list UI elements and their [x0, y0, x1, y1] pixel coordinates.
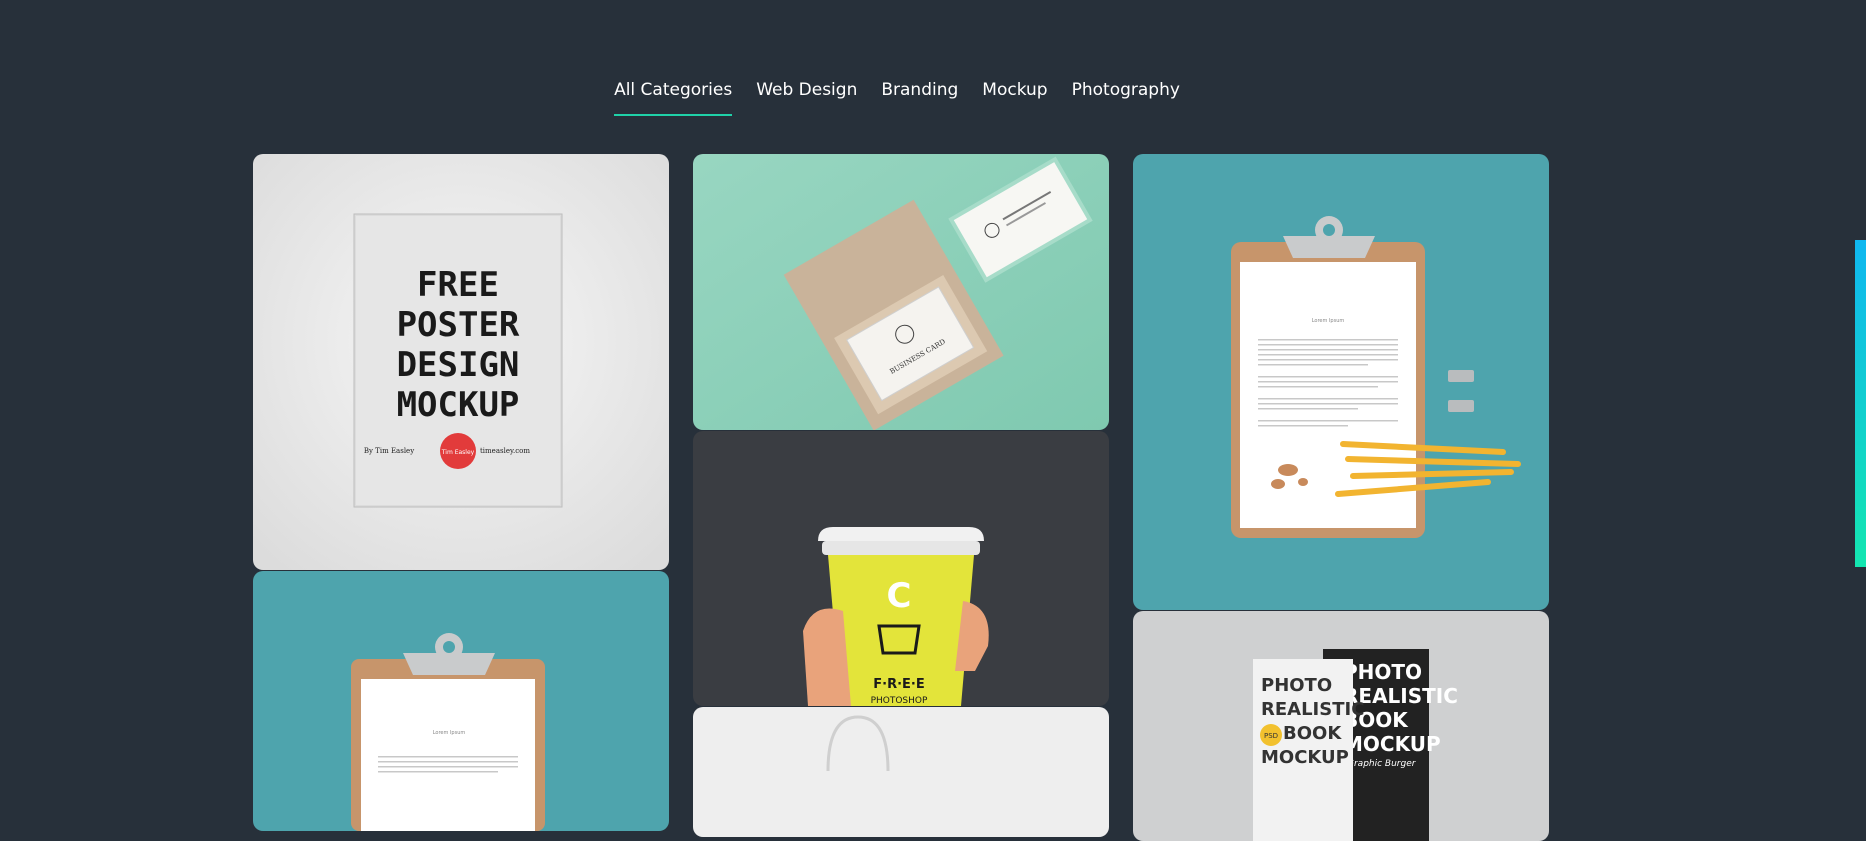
filter-mockup[interactable]: Mockup: [982, 80, 1047, 116]
poster-line-4: MOCKUP: [397, 385, 520, 425]
book-back-line-4: MOCKUP: [1343, 732, 1441, 756]
book-mockup-image: PHOTO REALISTIC BOOK MOCKUP Graphic Burg…: [1133, 611, 1549, 841]
cup-sub: PHOTOSHOP: [871, 696, 928, 706]
portfolio-item-book[interactable]: PHOTO REALISTIC BOOK MOCKUP Graphic Burg…: [1133, 611, 1549, 841]
filter-all-categories[interactable]: All Categories: [614, 80, 733, 116]
book-line-2: REALISTIC: [1261, 699, 1364, 720]
filter-branding[interactable]: Branding: [881, 80, 958, 116]
poster-line-3: DESIGN: [397, 345, 520, 385]
book-back-line-1: PHOTO: [1343, 660, 1422, 684]
poster-author: By Tim Easley: [364, 447, 414, 455]
poster-line-2: POSTER: [397, 305, 520, 345]
book-line-1: PHOTO: [1261, 675, 1332, 696]
poster-badge-text: Tim Easley: [441, 449, 475, 456]
poster-mockup-image: FREE POSTER DESIGN MOCKUP By Tim Easley …: [253, 154, 669, 570]
clipboard-mockup-image-2: Lorem Ipsum: [253, 571, 669, 831]
book-line-4: MOCKUP: [1261, 747, 1349, 768]
poster-site: timeasley.com: [480, 447, 530, 455]
portfolio-item-poster[interactable]: FREE POSTER DESIGN MOCKUP By Tim Easley …: [253, 154, 669, 570]
filter-web-design[interactable]: Web Design: [756, 80, 857, 116]
scroll-progress-indicator: [1855, 240, 1866, 567]
portfolio-item-business-card[interactable]: BUSINESS CARD: [693, 154, 1109, 430]
book-line-3: BOOK: [1283, 723, 1342, 744]
portfolio-item-clipboard-2[interactable]: Lorem Ipsum: [253, 571, 669, 831]
category-filter-nav: All Categories Web Design Branding Mocku…: [0, 80, 1794, 116]
portfolio-item-bag[interactable]: [693, 707, 1109, 837]
cup-word: F·R·E·E: [873, 677, 924, 692]
business-card-mockup-image: BUSINESS CARD: [693, 154, 1109, 430]
filter-photography[interactable]: Photography: [1072, 80, 1180, 116]
cup-letter: C: [887, 576, 912, 616]
book-back-sub: Graphic Burger: [1347, 759, 1417, 769]
clipboard-heading-2: Lorem Ipsum: [433, 730, 466, 736]
bag-mockup-image: [693, 707, 1109, 837]
poster-line-1: FREE: [417, 265, 499, 305]
coffee-cup-mockup-image: C F·R·E·E PHOTOSHOP: [693, 431, 1109, 706]
clipboard-heading: Lorem Ipsum: [1312, 318, 1345, 324]
portfolio-item-coffee-cup[interactable]: C F·R·E·E PHOTOSHOP: [693, 431, 1109, 706]
book-badge: PSD: [1264, 732, 1278, 740]
portfolio-item-clipboard[interactable]: Lorem Ipsum: [1133, 154, 1549, 610]
clipboard-mockup-image: Lorem Ipsum: [1133, 154, 1549, 610]
